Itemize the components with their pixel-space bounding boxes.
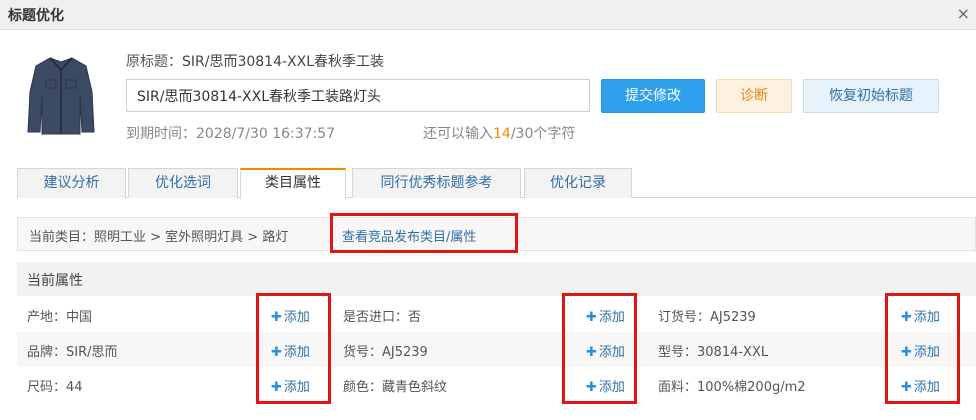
attribute-value: 订货号：AJ5239 [658,310,756,325]
category-path: 当前类目：照明工业 > 室外照明灯具 > 路灯 [29,230,289,245]
expire-label: 到期时间： [126,126,196,142]
attribute-value: 颜色：藏青色斜纹 [343,380,448,395]
tab-peer-title-reference[interactable]: 同行优秀标题参考 [352,168,521,198]
attribute-value: 货号：AJ5239 [343,345,428,360]
plus-icon: ✚ [901,380,912,395]
add-attribute-button[interactable]: ✚ 添加 [901,306,940,325]
plus-icon: ✚ [271,345,282,360]
plus-icon: ✚ [271,310,282,325]
add-attribute-button[interactable]: ✚ 添加 [901,341,940,360]
attribute-value: 是否进口：否 [343,310,422,325]
expire-value: 2028/7/30 16:37:57 [196,126,336,142]
diagnose-button[interactable]: 诊断 [716,79,792,113]
product-image [26,52,96,137]
expire-time: 到期时间：2028/7/30 16:37:57 [126,123,335,143]
attribute-value: 品牌：SIR/思而 [27,345,118,360]
add-attribute-button[interactable]: ✚ 添加 [586,306,625,325]
original-title-row: 原标题：SIR/思而30814-XXL春秋季工装 [126,51,384,71]
plus-icon: ✚ [901,310,912,325]
tab-category-attributes[interactable]: 类目属性 [240,168,346,199]
remain-prefix: 还可以输入 [423,126,493,142]
restore-title-button[interactable]: 恢复初始标题 [803,79,939,113]
add-attribute-button[interactable]: ✚ 添加 [901,376,940,395]
dialog-titlebar: 标题优化 × [0,0,976,30]
attribute-row: 产地：中国 ✚ 添加 是否进口：否 ✚ 添加 订货号：AJ5239 ✚ 添加 [17,297,976,332]
view-competitor-category-link[interactable]: 查看竞品发布类目/属性 [342,226,476,245]
jacket-photo-icon [27,57,95,135]
plus-icon: ✚ [271,380,282,395]
tab-optimization-history[interactable]: 优化记录 [524,168,632,198]
remain-suffix: /30个字符 [510,126,576,142]
attribute-row: 品牌：SIR/思而 ✚ 添加 货号：AJ5239 ✚ 添加 型号：30814-XXL… [17,332,976,367]
attribute-value: 尺码：44 [27,380,83,395]
remaining-chars: 还可以输入14/30个字符 [423,123,575,143]
add-attribute-button[interactable]: ✚ 添加 [586,376,625,395]
add-attribute-button[interactable]: ✚ 添加 [586,341,625,360]
add-attribute-button[interactable]: ✚ 添加 [271,306,310,325]
plus-icon: ✚ [586,345,597,360]
tab-bar: 建议分析 优化选词 类目属性 同行优秀标题参考 优化记录 [17,168,976,199]
plus-icon: ✚ [586,380,597,395]
attribute-value: 面料：100%棉200g/m2 [658,380,806,395]
attributes-title: 当前属性 [27,273,83,289]
plus-icon: ✚ [901,345,912,360]
title-input[interactable] [126,79,590,112]
attribute-value: 型号：30814-XXL [658,345,769,360]
category-bar: 当前类目：照明工业 > 室外照明灯具 > 路灯 查看竞品发布类目/属性 [17,217,976,251]
add-attribute-button[interactable]: ✚ 添加 [271,341,310,360]
original-title-value: SIR/思而30814-XXL春秋季工装 [182,54,385,70]
dialog-title: 标题优化 [8,8,64,24]
attribute-row: 尺码：44 ✚ 添加 颜色：藏青色斜纹 ✚ 添加 面料：100%棉200g/m2 ✚… [17,367,976,402]
close-icon[interactable]: × [957,4,970,23]
tab-keyword-optimization[interactable]: 优化选词 [128,168,238,198]
tab-suggestion-analysis[interactable]: 建议分析 [17,168,126,198]
attributes-header: 当前属性 [17,262,976,296]
plus-icon: ✚ [586,310,597,325]
remain-count: 14 [493,126,511,142]
submit-button[interactable]: 提交修改 [601,79,705,113]
add-attribute-button[interactable]: ✚ 添加 [271,376,310,395]
original-title-label: 原标题： [126,54,182,70]
attribute-value: 产地：中国 [27,310,93,325]
